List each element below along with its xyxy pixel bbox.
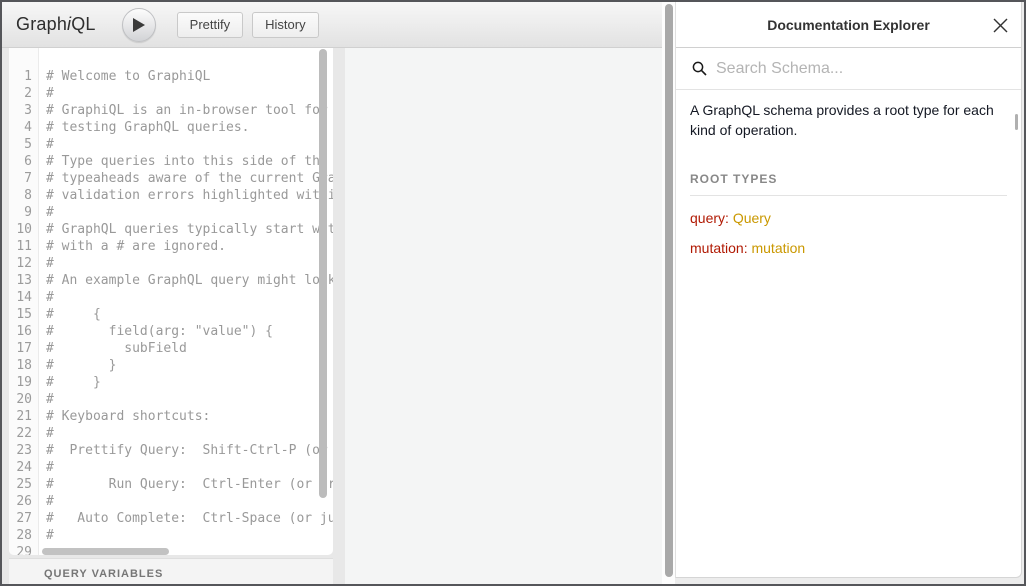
root-type-keyword: query:	[690, 210, 729, 226]
line-number: 19	[9, 374, 38, 391]
line-number: 23	[9, 442, 38, 459]
code-line: #	[46, 391, 333, 408]
doc-title-bar: Documentation Explorer	[676, 2, 1021, 48]
topbar: GraphiQL Prettify History	[2, 2, 662, 48]
graphiql-logo: GraphiQL	[16, 14, 96, 35]
code-line: # validation errors highlighted within t…	[46, 187, 333, 204]
line-number: 27	[9, 510, 38, 527]
line-number: 6	[9, 153, 38, 170]
history-button[interactable]: History	[252, 12, 318, 38]
main-scrollbar-thumb[interactable]	[665, 4, 673, 577]
code-line: # An example GraphQL query might look li…	[46, 272, 333, 289]
root-type-link[interactable]: Query	[733, 210, 771, 226]
line-number: 22	[9, 425, 38, 442]
line-number: 10	[9, 221, 38, 238]
code-line: # typeaheads aware of the current GraphQ…	[46, 170, 333, 187]
code-line: # Keyboard shortcuts:	[46, 408, 333, 425]
code-line: # Prettify Query: Shift-Ctrl-P (or press…	[46, 442, 333, 459]
line-number: 5	[9, 136, 38, 153]
line-number: 18	[9, 357, 38, 374]
code-line: # with a # are ignored.	[46, 238, 333, 255]
code-line: #	[46, 85, 333, 102]
doc-panel-scrollbar-thumb[interactable]	[1015, 114, 1018, 130]
line-number: 28	[9, 527, 38, 544]
line-number: 8	[9, 187, 38, 204]
root-type-keyword: mutation:	[690, 240, 748, 256]
line-number: 4	[9, 119, 38, 136]
doc-content: A GraphQL schema provides a root type fo…	[676, 90, 1021, 266]
close-icon[interactable]	[991, 16, 1009, 34]
code-line: # GraphiQL is an in-browser tool for wri…	[46, 102, 333, 119]
line-number: 2	[9, 85, 38, 102]
line-number: 14	[9, 289, 38, 306]
code-line: #	[46, 204, 333, 221]
code-line: # Auto Complete: Ctrl-Space (or just sta…	[46, 510, 333, 527]
schema-intro-text: A GraphQL schema provides a root type fo…	[690, 100, 1007, 141]
editor-vertical-scrollbar[interactable]	[319, 49, 327, 498]
line-number: 9	[9, 204, 38, 221]
doc-explorer-title: Documentation Explorer	[767, 17, 930, 33]
line-numbers: 1234567891011121314151617181920212223242…	[9, 48, 39, 555]
workspace: 1234567891011121314151617181920212223242…	[2, 48, 662, 584]
root-types-list: query: Query mutation: mutation	[690, 210, 1007, 256]
query-variables-panel[interactable]: QUERY VARIABLES	[9, 558, 333, 584]
code-line: #	[46, 289, 333, 306]
line-number: 12	[9, 255, 38, 272]
code-line: # }	[46, 357, 333, 374]
code-line: # testing GraphQL queries.	[46, 119, 333, 136]
query-variables-title: QUERY VARIABLES	[44, 568, 333, 580]
query-editor-pane: 1234567891011121314151617181920212223242…	[2, 48, 345, 584]
line-number: 15	[9, 306, 38, 323]
query-editor[interactable]: 1234567891011121314151617181920212223242…	[9, 48, 333, 555]
code-line: # }	[46, 374, 333, 391]
search-schema-input[interactable]	[716, 60, 986, 78]
search-icon	[692, 61, 707, 76]
root-type-link[interactable]: mutation	[751, 240, 805, 256]
line-number: 11	[9, 238, 38, 255]
line-number: 16	[9, 323, 38, 340]
code-line: # {	[46, 306, 333, 323]
code-line: # Welcome to GraphiQL	[46, 68, 333, 85]
code-line: # Type queries into this side of the scr…	[46, 153, 333, 170]
code-line: #	[46, 459, 333, 476]
code-line: # subField	[46, 340, 333, 357]
line-number: 7	[9, 170, 38, 187]
line-number: 24	[9, 459, 38, 476]
code-line: #	[46, 136, 333, 153]
code-line: # Run Query: Ctrl-Enter (or press the pl…	[46, 476, 333, 493]
code-line: #	[46, 255, 333, 272]
query-section: GraphiQL Prettify History 12345678910111…	[2, 2, 662, 584]
line-number: 21	[9, 408, 38, 425]
code-line: # GraphQL queries typically start with a…	[46, 221, 333, 238]
graphiql-window: GraphiQL Prettify History 12345678910111…	[0, 0, 1026, 586]
line-number: 13	[9, 272, 38, 289]
line-number: 1	[9, 68, 38, 85]
line-number: 29	[9, 544, 38, 555]
editor-horizontal-scrollbar[interactable]	[42, 548, 169, 555]
line-number: 26	[9, 493, 38, 510]
code-line: #	[46, 425, 333, 442]
code-lines[interactable]: # Welcome to GraphiQL## GraphiQL is an i…	[39, 48, 333, 555]
documentation-explorer-panel: Documentation Explorer A GraphQL schema …	[675, 2, 1022, 578]
schema-search-row	[676, 48, 1021, 90]
root-types-heading: ROOT TYPES	[690, 172, 1007, 196]
root-type-item: query: Query	[690, 210, 1007, 226]
code-line: #	[46, 493, 333, 510]
code-line: # field(arg: "value") {	[46, 323, 333, 340]
result-pane	[345, 48, 662, 584]
line-number: 17	[9, 340, 38, 357]
root-type-item: mutation: mutation	[690, 240, 1007, 256]
play-icon	[132, 18, 145, 32]
line-number: 3	[9, 102, 38, 119]
execute-query-button[interactable]	[122, 8, 156, 42]
line-number: 20	[9, 391, 38, 408]
line-number: 25	[9, 476, 38, 493]
code-line: #	[46, 527, 333, 544]
prettify-button[interactable]: Prettify	[177, 12, 243, 38]
